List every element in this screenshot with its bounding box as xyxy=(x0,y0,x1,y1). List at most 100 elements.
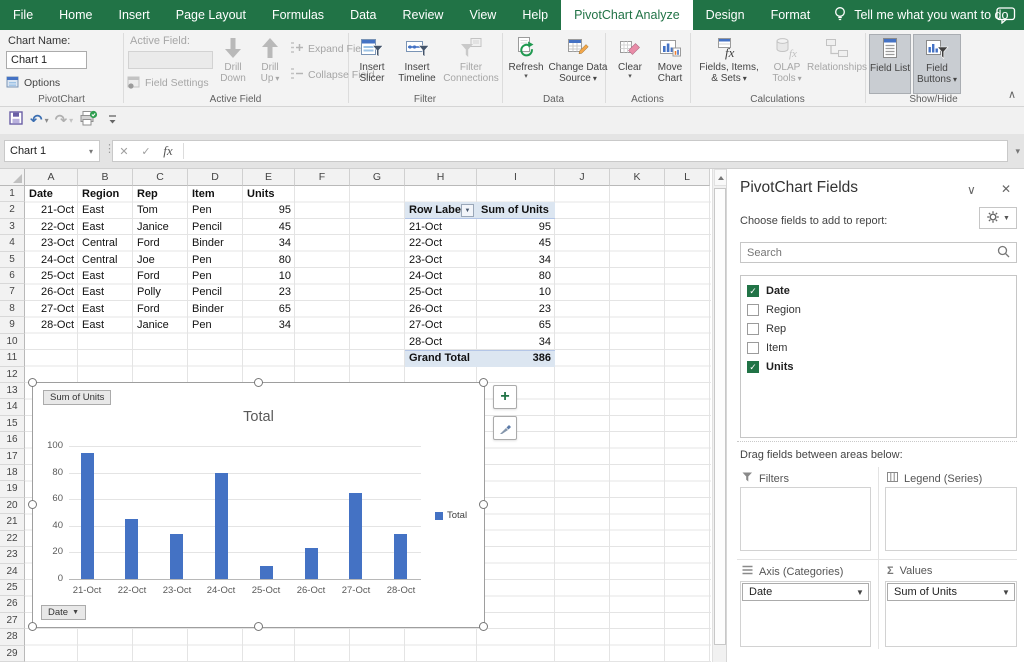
cell-B2[interactable]: East xyxy=(78,202,133,218)
field-checkbox-region[interactable] xyxy=(747,304,759,316)
row-header-2[interactable]: 2 xyxy=(0,202,25,218)
cell-H10[interactable]: 28-Oct xyxy=(405,334,477,350)
refresh-button[interactable]: Refresh ▾ xyxy=(506,34,546,94)
tab-file[interactable]: File xyxy=(0,0,46,30)
panel-close-button[interactable]: ✕ xyxy=(1001,182,1011,196)
chart-bar-25-Oct[interactable] xyxy=(260,566,273,579)
column-header-A[interactable]: A xyxy=(25,169,78,186)
chart-elements-button[interactable]: + xyxy=(493,385,517,409)
row-header-22[interactable]: 22 xyxy=(0,531,25,547)
row-header-6[interactable]: 6 xyxy=(0,268,25,284)
row-header-3[interactable]: 3 xyxy=(0,219,25,235)
chart-name-input[interactable] xyxy=(6,51,87,69)
cell-A7[interactable]: 26-Oct xyxy=(25,284,78,300)
cell-H7[interactable]: 25-Oct xyxy=(405,284,477,300)
cell-B5[interactable]: Central xyxy=(78,252,133,268)
axis-area-box[interactable]: Date▼ xyxy=(740,581,871,647)
row-header-11[interactable]: 11 xyxy=(0,350,25,366)
tab-review[interactable]: Review xyxy=(389,0,456,30)
clear-button[interactable]: Clear ▾ xyxy=(612,34,648,94)
selection-handle[interactable] xyxy=(28,378,37,387)
tab-formulas[interactable]: Formulas xyxy=(259,0,337,30)
collapse-ribbon-button[interactable]: ∧ xyxy=(1008,88,1016,101)
selection-handle[interactable] xyxy=(479,622,488,631)
field-item-date[interactable]: ✓Date xyxy=(747,282,790,300)
row-header-18[interactable]: 18 xyxy=(0,465,25,481)
column-header-B[interactable]: B xyxy=(78,169,133,186)
vertical-scrollbar[interactable] xyxy=(712,169,726,662)
row-header-29[interactable]: 29 xyxy=(0,646,25,662)
formula-bar[interactable]: ✕ ✓ fx xyxy=(112,140,1008,162)
cell-I7[interactable]: 10 xyxy=(477,284,555,300)
tab-help[interactable]: Help xyxy=(509,0,561,30)
column-header-K[interactable]: K xyxy=(610,169,665,186)
cell-D3[interactable]: Pencil xyxy=(188,219,243,235)
cell-H8[interactable]: 26-Oct xyxy=(405,301,477,317)
row-header-25[interactable]: 25 xyxy=(0,580,25,596)
cell-D1[interactable]: Item xyxy=(188,186,243,202)
cell-H3[interactable]: 21-Oct xyxy=(405,219,477,235)
row-header-24[interactable]: 24 xyxy=(0,564,25,580)
row-labels-filter-button[interactable]: ▼ xyxy=(461,204,474,217)
cell-E4[interactable]: 34 xyxy=(243,235,295,251)
cell-C7[interactable]: Polly xyxy=(133,284,188,300)
chart-axis-field-button[interactable]: Date ▼ xyxy=(41,605,86,620)
legend-area-box[interactable] xyxy=(885,487,1017,551)
quick-print-button[interactable] xyxy=(79,110,98,132)
options-button[interactable]: Options xyxy=(6,74,60,92)
name-box-caret[interactable]: ▾ xyxy=(83,147,99,156)
cell-I6[interactable]: 80 xyxy=(477,268,555,284)
area-pill-sum-of-units[interactable]: Sum of Units▼ xyxy=(887,583,1015,601)
cell-B8[interactable]: East xyxy=(78,301,133,317)
tab-design[interactable]: Design xyxy=(693,0,758,30)
search-box[interactable] xyxy=(740,242,1017,263)
cell-C5[interactable]: Joe xyxy=(133,252,188,268)
field-item-region[interactable]: Region xyxy=(747,301,801,319)
chart-styles-button[interactable] xyxy=(493,416,517,440)
tab-home[interactable]: Home xyxy=(46,0,105,30)
selection-handle[interactable] xyxy=(479,500,488,509)
cell-I4[interactable]: 45 xyxy=(477,235,555,251)
tab-insert[interactable]: Insert xyxy=(106,0,163,30)
cell-D7[interactable]: Pencil xyxy=(188,284,243,300)
tools-gear-button[interactable]: ▼ xyxy=(979,207,1017,229)
chart-bar-27-Oct[interactable] xyxy=(349,493,362,579)
chart-bar-26-Oct[interactable] xyxy=(305,548,318,579)
cell-C1[interactable]: Rep xyxy=(133,186,188,202)
row-header-9[interactable]: 9 xyxy=(0,317,25,333)
cell-E1[interactable]: Units xyxy=(243,186,295,202)
cell-E2[interactable]: 95 xyxy=(243,202,295,218)
field-item-rep[interactable]: Rep xyxy=(747,320,786,338)
column-header-D[interactable]: D xyxy=(188,169,243,186)
cell-I3[interactable]: 95 xyxy=(477,219,555,235)
select-all-corner[interactable] xyxy=(0,169,25,186)
cell-A6[interactable]: 25-Oct xyxy=(25,268,78,284)
selection-handle[interactable] xyxy=(479,378,488,387)
row-header-28[interactable]: 28 xyxy=(0,629,25,645)
field-buttons-button[interactable]: Field Buttons xyxy=(913,34,961,94)
cell-D2[interactable]: Pen xyxy=(188,202,243,218)
qat-customize-button[interactable] xyxy=(108,112,117,130)
pill-caret[interactable]: ▼ xyxy=(852,588,868,597)
cell-B7[interactable]: East xyxy=(78,284,133,300)
cell-E3[interactable]: 45 xyxy=(243,219,295,235)
cell-H11[interactable]: Grand Total xyxy=(405,350,477,366)
cell-C3[interactable]: Janice xyxy=(133,219,188,235)
cell-A4[interactable]: 23-Oct xyxy=(25,235,78,251)
insert-slicer-button[interactable]: Insert Slicer xyxy=(352,34,392,94)
row-header-19[interactable]: 19 xyxy=(0,481,25,497)
row-header-12[interactable]: 12 xyxy=(0,367,25,383)
cell-A3[interactable]: 22-Oct xyxy=(25,219,78,235)
selection-handle[interactable] xyxy=(28,622,37,631)
cell-E8[interactable]: 65 xyxy=(243,301,295,317)
insert-timeline-button[interactable]: Insert Timeline xyxy=(394,34,440,94)
field-checkbox-rep[interactable] xyxy=(747,323,759,335)
cell-D9[interactable]: Pen xyxy=(188,317,243,333)
fields-items-sets-button[interactable]: fx Fields, Items, & Sets xyxy=(696,34,762,94)
cell-E7[interactable]: 23 xyxy=(243,284,295,300)
column-header-C[interactable]: C xyxy=(133,169,188,186)
cell-H2[interactable]: Row Labels xyxy=(405,202,461,218)
chart-bar-23-Oct[interactable] xyxy=(170,534,183,579)
column-header-H[interactable]: H xyxy=(405,169,477,186)
chart-bar-21-Oct[interactable] xyxy=(81,453,94,579)
